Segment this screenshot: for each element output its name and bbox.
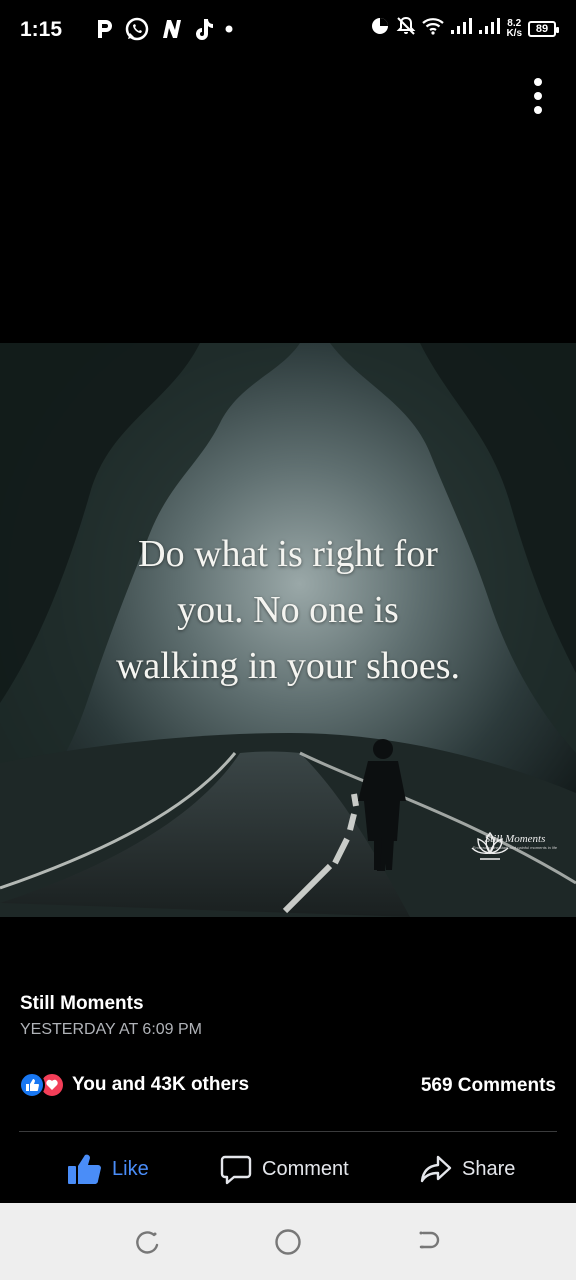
like-reaction-icon: [19, 1072, 45, 1098]
network-speed: 8.2 K/s: [506, 17, 522, 39]
quote-line: walking in your shoes.: [115, 645, 461, 687]
p-app-icon: [96, 16, 114, 42]
battery-level: 89: [535, 22, 549, 35]
post-image[interactable]: Do what is right for you. No one is walk…: [0, 343, 576, 917]
more-options-button[interactable]: [526, 78, 550, 114]
n-app-icon: [160, 16, 184, 42]
post-timestamp: YESTERDAY AT 6:09 PM: [20, 1021, 202, 1038]
comment-button[interactable]: Comment: [220, 1146, 349, 1192]
like-label: Like: [112, 1157, 149, 1180]
divider: [19, 1131, 557, 1132]
wifi-icon: [422, 17, 445, 40]
comment-label: Comment: [262, 1157, 349, 1180]
reactions-text: You and 43K others: [72, 1074, 250, 1095]
recent-apps-icon: [136, 1231, 159, 1254]
signal-icon: [450, 17, 473, 40]
reactions-summary[interactable]: You and 43K others: [19, 1072, 249, 1098]
page-name[interactable]: Still Moments: [20, 993, 144, 1015]
home-icon: [275, 1229, 301, 1255]
status-bar: 1:15 8.2 K/s 89: [0, 0, 576, 60]
share-label: Share: [462, 1157, 516, 1180]
status-time: 1:15: [20, 18, 63, 41]
more-dot: [534, 78, 542, 86]
more-dot: [534, 92, 542, 100]
quote-line: Do what is right for: [138, 533, 438, 575]
comments-count[interactable]: 569 Comments: [421, 1075, 556, 1097]
thumbs-up-icon: [68, 1154, 101, 1184]
lotus-icon: [471, 831, 509, 860]
signal-icon: [478, 17, 501, 40]
data-saver-icon: [370, 16, 390, 41]
post-actions: Like Comment Share: [0, 1146, 576, 1192]
network-speed-value: 8.2: [507, 17, 522, 29]
quote-line: you. No one is: [177, 589, 399, 631]
network-speed-unit: K/s: [506, 27, 522, 39]
tiktok-icon: [194, 16, 214, 42]
like-button[interactable]: Like: [66, 1146, 149, 1192]
back-icon: [419, 1231, 440, 1249]
more-dot: [534, 106, 542, 114]
home-button[interactable]: [273, 1227, 303, 1257]
recent-apps-button[interactable]: [132, 1227, 162, 1257]
notification-icons: [96, 16, 234, 42]
mute-icon: [396, 16, 416, 41]
whatsapp-icon: [124, 16, 150, 42]
comment-icon: [220, 1155, 252, 1185]
share-button[interactable]: Share: [420, 1146, 515, 1192]
system-status-icons: 8.2 K/s 89: [370, 16, 559, 41]
system-nav-bar: [0, 1203, 576, 1280]
share-icon: [420, 1155, 452, 1183]
battery-icon: 89: [528, 20, 559, 37]
dot-icon: [224, 16, 234, 42]
brand-watermark: Still Moments Embracing the stark and pa…: [470, 831, 560, 860]
quote-text: Do what is right for you. No one is walk…: [0, 526, 576, 694]
back-button[interactable]: [413, 1227, 443, 1257]
